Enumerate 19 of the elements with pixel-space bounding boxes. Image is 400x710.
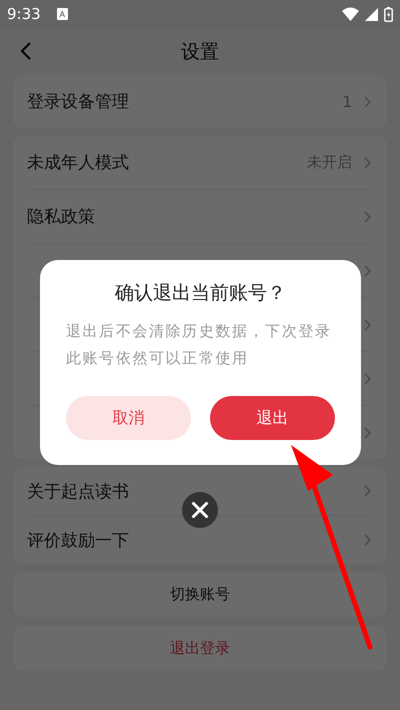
cancel-button[interactable]: 取消 [66, 396, 191, 440]
close-icon[interactable] [182, 492, 218, 528]
logout-button[interactable]: 退出登录 [13, 626, 387, 671]
dialog-title: 确认退出当前账号？ [114, 281, 287, 306]
settings-item[interactable]: 评价鼓励一下 [27, 528, 129, 552]
page-title: 设置 [181, 40, 219, 64]
battery-icon [384, 6, 393, 22]
settings-item[interactable]: 隐私政策 [27, 205, 95, 228]
back-icon[interactable] [20, 41, 32, 61]
confirm-button[interactable]: 退出 [210, 396, 335, 440]
signal-icon [365, 8, 378, 20]
settings-item[interactable]: 登录设备管理 [27, 90, 129, 113]
settings-item[interactable]: 关于起点读书 [27, 480, 129, 502]
settings-item[interactable]: 未成年人模式 [27, 151, 129, 174]
notification-icon: A [56, 8, 68, 20]
status-time: 9:33 [7, 5, 41, 23]
dialog-message: 退出后不会清除历史数据，下次登录此账号依然可以正常使用 [66, 321, 333, 369]
switch-account-button[interactable]: 切换账号 [13, 572, 387, 617]
wifi-icon [342, 7, 359, 21]
